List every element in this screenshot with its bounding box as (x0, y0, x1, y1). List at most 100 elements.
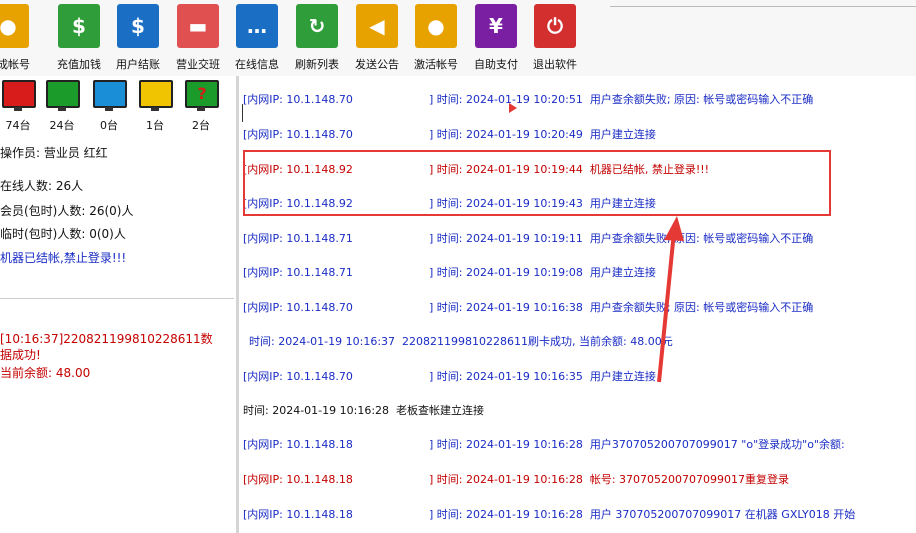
log-message: 用户查余额失败; 原因: 帐号或密码输入不正确 (589, 93, 814, 106)
toolbar-button-2[interactable]: $ 用户结账 (110, 4, 166, 74)
log-row[interactable]: [内网IP: 10.1.148.18 ] 时间: 2024-01-19 10:16… (243, 437, 845, 453)
monitor-icon: ? (185, 80, 219, 108)
log-row[interactable]: [内网IP: 10.1.148.70 ] 时间: 2024-01-19 10:20… (243, 127, 656, 143)
card-message-line2: 据成功! (0, 348, 41, 362)
operator-label: 操作员: 营业员 红红 (0, 146, 108, 160)
log-time: ] 时间: 2024-01-19 10:20:49 (429, 128, 583, 141)
log-row[interactable]: [内网IP: 10.1.148.18] 时间: 2024-01-19 10:16… (243, 472, 789, 488)
power-icon: ⏻ (534, 4, 576, 48)
toolbar-button-label: 营业交班 (176, 58, 220, 71)
monitor-count: 24台 (49, 119, 75, 132)
monitor-icon (93, 80, 127, 108)
status-panel: 74台 24台 0台 1台? 2台 操作员: 营业员 红红 在线人数: 26人 会员(包… (0, 76, 234, 533)
monitor-status-3[interactable]: 1台 (137, 80, 173, 132)
monitor-count: 74台 (5, 119, 31, 132)
user-activate-icon: ● (415, 4, 457, 48)
toolbar-button-7[interactable]: ● 激活帐号 (408, 4, 464, 74)
log-row[interactable]: [内网IP: 10.1.148.71 ] 时间: 2024-01-19 10:19… (243, 231, 813, 247)
member-count: 会员(包时)人数: 26(0)人 (0, 204, 134, 218)
toolbar-button-4[interactable]: … 在线信息 (229, 4, 285, 74)
toolbar-button-label: 激活帐号 (414, 58, 458, 71)
monitor-stand (58, 107, 66, 111)
highlight-box (243, 150, 831, 216)
log-row[interactable]: [内网IP: 10.1.148.71 ] 时间: 2024-01-19 10:19… (243, 265, 656, 281)
log-row[interactable]: [内网IP: 10.1.148.70 ] 时间: 2024-01-19 10:16… (243, 369, 656, 385)
log-ip: [内网IP: 10.1.148.71 (243, 266, 353, 279)
log-time: 时间: 2024-01-19 10:16:28 (243, 404, 390, 417)
toolbar-divider (610, 6, 916, 7)
text-cursor (242, 104, 243, 122)
toolbar-button-6[interactable]: ◀ 发送公告 (349, 4, 405, 74)
dollar-bill-icon: $ (117, 4, 159, 48)
log-message: 用户建立连接 (589, 128, 656, 141)
log-time: ] 时间: 2024-01-19 10:16:28 (429, 508, 583, 521)
monitor-status-4[interactable]: ? 2台 (183, 80, 219, 132)
pointer-triangle-icon (509, 103, 517, 113)
log-list[interactable]: [内网IP: 10.1.148.70 ] 时间: 2024-01-19 10:20… (239, 76, 916, 533)
log-row[interactable]: [内网IP: 10.1.148.70 ] 时间: 2024-01-19 10:20… (243, 92, 813, 108)
toolbar-button-label: 发送公告 (355, 58, 399, 71)
yen-icon: ¥ (475, 4, 517, 48)
monitor-status-2[interactable]: 0台 (91, 80, 127, 132)
toolbar-button-label: 刷新列表 (295, 58, 339, 71)
card-message-balance: 当前余额: 48.00 (0, 366, 91, 380)
log-time: ] 时间: 2024-01-19 10:20:51 (429, 93, 583, 106)
printer-icon: ▬ (177, 4, 219, 48)
log-ip: [内网IP: 10.1.148.70 (243, 93, 353, 106)
monitor-icon (139, 80, 173, 108)
log-message: 帐号: 370705200707099017重复登录 (589, 473, 790, 486)
toolbar-button-label: 自助支付 (474, 58, 518, 71)
monitor-count: 2台 (192, 119, 210, 132)
money-bag-icon: $ (58, 4, 100, 48)
monitor-stand (197, 107, 205, 111)
toolbar-button-3[interactable]: ▬ 营业交班 (170, 4, 226, 74)
log-message: 用户建立连接 (589, 266, 656, 279)
temp-count: 临时(包时)人数: 0(0)人 (0, 227, 126, 241)
log-row[interactable]: 时间: 2024-01-19 10:16:37 2208211998102286… (249, 334, 673, 350)
log-ip: [内网IP: 10.1.148.70 (243, 301, 353, 314)
log-message: 用户370705200707099017 "o"登录成功"o"余额: (589, 438, 845, 451)
monitor-stand (151, 107, 159, 111)
toolbar-button-0[interactable]: ● 生成帐号 (0, 4, 36, 74)
toolbar-button-label: 退出软件 (533, 58, 577, 71)
monitor-count: 0台 (100, 119, 118, 132)
monitor-count: 1台 (146, 119, 164, 132)
log-time: ] 时间: 2024-01-19 10:16:28 (429, 473, 583, 486)
toolbar-button-label: 在线信息 (235, 58, 279, 71)
log-ip: [内网IP: 10.1.148.18 (243, 438, 353, 451)
log-time: ] 时间: 2024-01-19 10:19:08 (429, 266, 583, 279)
log-row[interactable]: 时间: 2024-01-19 10:16:28 老板查帐建立连接 (243, 403, 484, 419)
log-ip: [内网IP: 10.1.148.70 (243, 370, 353, 383)
log-row[interactable]: [内网IP: 10.1.148.18 ] 时间: 2024-01-19 10:16… (243, 507, 855, 523)
log-message: 老板查帐建立连接 (396, 404, 485, 417)
toolbar-button-9[interactable]: ⏻ 退出软件 (527, 4, 583, 74)
log-ip: [内网IP: 10.1.148.71 (243, 232, 353, 245)
log-message: 用户查余额失败; 原因: 帐号或密码输入不正确 (589, 232, 814, 245)
toolbar-button-1[interactable]: $ 充值加钱 (51, 4, 107, 74)
log-time: 时间: 2024-01-19 10:16:37 (249, 335, 396, 348)
toolbar-button-label: 用户结账 (116, 58, 160, 71)
log-message: 220821199810228611刷卡成功, 当前余额: 48.00元 (402, 335, 673, 348)
chat-icon: … (236, 4, 278, 48)
monitor-icon (46, 80, 80, 108)
machine-notice: 机器已结帐,禁止登录!!! (0, 251, 127, 265)
log-row[interactable]: [内网IP: 10.1.148.70] 时间: 2024-01-19 10:16… (243, 300, 813, 316)
log-time: ] 时间: 2024-01-19 10:16:28 (429, 438, 583, 451)
online-count: 在线人数: 26人 (0, 179, 84, 193)
card-message-line1: [10:16:37]220821199810228611数 (0, 332, 213, 346)
user-icon: ● (0, 4, 29, 48)
toolbar-button-label: 生成帐号 (0, 58, 30, 71)
monitor-status-1[interactable]: 24台 (44, 80, 80, 132)
monitor-stand (105, 107, 113, 111)
toolbar-button-8[interactable]: ¥ 自助支付 (468, 4, 524, 74)
toolbar-button-5[interactable]: ↻ 刷新列表 (289, 4, 345, 74)
refresh-icon: ↻ (296, 4, 338, 48)
log-message: 用户 370705200707099017 在机器 GXLY018 开始 (589, 508, 856, 521)
log-ip: [内网IP: 10.1.148.70 (243, 128, 353, 141)
monitor-icon (2, 80, 36, 108)
monitor-status-0[interactable]: 74台 (0, 80, 36, 132)
toolbar-button-label: 充值加钱 (57, 58, 101, 71)
log-time: ] 时间: 2024-01-19 10:16:35 (429, 370, 583, 383)
log-time: ] 时间: 2024-01-19 10:19:11 (429, 232, 583, 245)
log-ip: [内网IP: 10.1.148.18 (243, 508, 353, 521)
